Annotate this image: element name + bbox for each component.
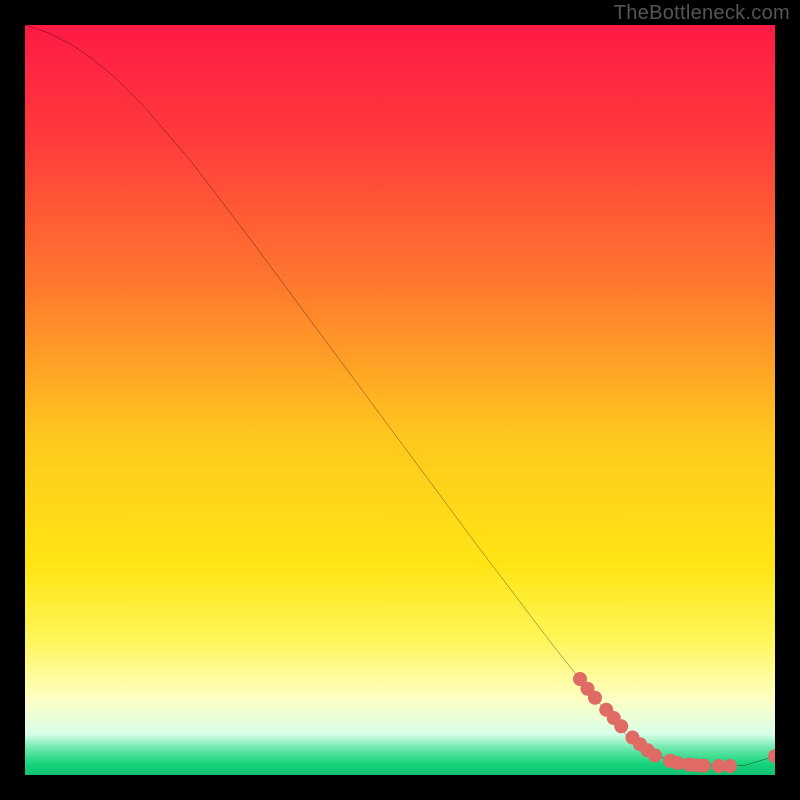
bottleneck-chart: [25, 25, 775, 775]
highlight-dot: [614, 719, 628, 733]
highlight-dot: [648, 749, 662, 763]
highlight-dot: [697, 759, 711, 773]
highlight-dot: [723, 759, 737, 773]
plot-background: [25, 25, 775, 775]
highlight-dot: [588, 691, 602, 705]
chart-wrapper: TheBottleneck.com: [0, 0, 800, 800]
watermark-text: TheBottleneck.com: [614, 2, 790, 25]
